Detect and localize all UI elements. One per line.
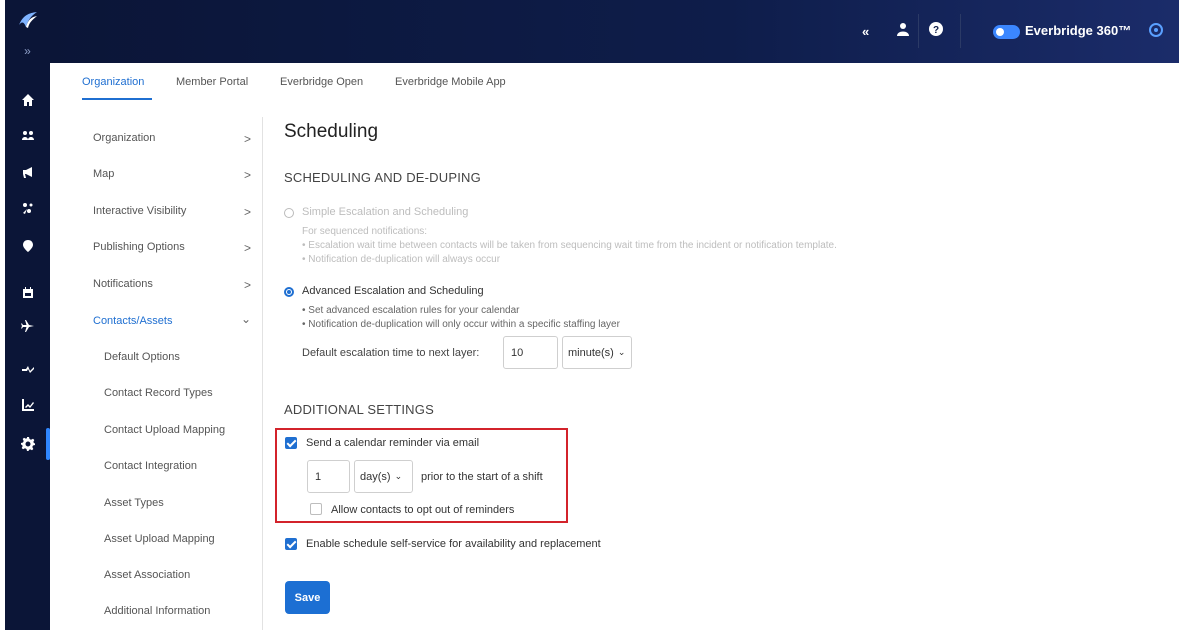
route-icon[interactable] — [5, 356, 50, 380]
chevron-down-icon: ⌄ — [394, 471, 403, 481]
reminder-unit-value: day(s) — [360, 470, 391, 483]
app-frame: » « ? Everbridge 360™ Organization Membe… — [0, 0, 1179, 630]
megaphone-icon[interactable] — [5, 160, 50, 184]
reminder-unit-select[interactable]: day(s) ⌄ — [354, 460, 413, 493]
user-icon[interactable] — [897, 22, 909, 39]
simple-escalation-desc: • Escalation wait time between contacts … — [302, 240, 837, 251]
chevron-right-icon: > — [243, 278, 251, 292]
simple-escalation-label: Simple Escalation and Scheduling — [302, 206, 469, 218]
sidebar-subitem-contact-record-types[interactable]: Contact Record Types — [104, 387, 213, 399]
chevron-right-icon: > — [243, 168, 251, 182]
page-title: Scheduling — [284, 121, 379, 142]
sidebar-item-label: Contacts/Assets — [93, 315, 173, 327]
sidebar-subitem-asset-types[interactable]: Asset Types — [104, 497, 164, 509]
tab-everbridge-open[interactable]: Everbridge Open — [280, 76, 363, 88]
chevron-right-icon: > — [243, 132, 251, 146]
sidebar-divider — [262, 117, 263, 630]
escalation-time-label: Default escalation time to next layer: — [302, 347, 480, 359]
sidebar-item-label: Map — [93, 168, 115, 180]
simple-escalation-desc: For sequenced notifications: — [302, 226, 428, 237]
sidebar-subitem-contact-upload-mapping[interactable]: Contact Upload Mapping — [104, 424, 225, 436]
sidebar-item-label: Publishing Options — [93, 241, 185, 253]
self-service-label: Enable schedule self-service for availab… — [306, 538, 601, 550]
map-pin-icon[interactable] — [5, 234, 50, 258]
sidebar-subitem-additional-information[interactable]: Additional Information — [104, 605, 210, 617]
sidebar-item-publishing-options[interactable]: Publishing Options > — [93, 241, 251, 255]
sidebar-item-organization[interactable]: Organization > — [93, 132, 251, 146]
brand-info-icon[interactable] — [1149, 23, 1163, 37]
escalation-time-input[interactable]: 10 — [503, 336, 558, 369]
sidebar-subitem-contact-integration[interactable]: Contact Integration — [104, 460, 197, 472]
home-icon[interactable] — [5, 88, 50, 112]
section-heading-scheduling: SCHEDULING AND DE-DUPING — [284, 170, 481, 185]
topbar-divider — [918, 14, 919, 48]
double-chevron-left-icon[interactable]: « — [862, 24, 869, 39]
opt-out-label: Allow contacts to opt out of reminders — [331, 504, 515, 516]
sidebar-item-interactive-visibility[interactable]: Interactive Visibility > — [93, 205, 251, 219]
chevron-right-icon: > — [243, 205, 251, 219]
escalation-unit-value: minute(s) — [568, 346, 614, 359]
tab-organization[interactable]: Organization — [82, 76, 144, 88]
self-service-checkbox[interactable] — [285, 538, 297, 550]
chevron-down-icon: ⌄ — [617, 347, 626, 357]
advanced-escalation-label: Advanced Escalation and Scheduling — [302, 285, 484, 297]
gear-icon[interactable] — [5, 428, 50, 460]
advanced-escalation-desc: • Set advanced escalation rules for your… — [302, 305, 520, 316]
section-heading-additional: ADDITIONAL SETTINGS — [284, 402, 434, 417]
sidebar-item-label: Interactive Visibility — [93, 205, 187, 217]
top-bar: « ? Everbridge 360™ — [50, 0, 1179, 63]
logo-bird-icon — [18, 12, 37, 28]
sidebar-item-notifications[interactable]: Notifications > — [93, 278, 251, 292]
group-icon[interactable] — [5, 123, 50, 147]
people-scatter-icon[interactable] — [5, 196, 50, 220]
reminder-suffix-label: prior to the start of a shift — [421, 471, 543, 483]
chart-icon[interactable] — [5, 393, 50, 417]
advanced-escalation-desc: • Notification de-duplication will only … — [302, 319, 620, 330]
plane-icon[interactable] — [5, 314, 50, 338]
advanced-escalation-radio[interactable] — [284, 287, 294, 297]
calendar-reminder-label: Send a calendar reminder via email — [306, 437, 480, 449]
sidebar-subitem-default-options[interactable]: Default Options — [104, 351, 180, 363]
expand-rail-button[interactable]: » — [5, 44, 50, 62]
everbridge-logo[interactable] — [5, 0, 50, 40]
simple-escalation-radio[interactable] — [284, 208, 294, 218]
calendar-icon[interactable] — [5, 281, 50, 305]
sidebar-item-label: Organization — [93, 132, 156, 144]
active-tab-indicator — [82, 98, 152, 100]
calendar-reminder-checkbox[interactable] — [285, 437, 297, 449]
sidebar-item-contacts-assets[interactable]: Contacts/Assets ⌄ — [93, 312, 251, 327]
help-circle-icon[interactable]: ? — [929, 22, 943, 39]
escalation-unit-select[interactable]: minute(s) ⌄ — [562, 336, 632, 369]
tab-everbridge-mobile-app[interactable]: Everbridge Mobile App — [395, 76, 506, 88]
brand-name: Everbridge 360™ — [1025, 23, 1132, 38]
sidebar-item-map[interactable]: Map > — [93, 168, 251, 182]
reminder-amount-input[interactable]: 1 — [307, 460, 350, 493]
tab-member-portal[interactable]: Member Portal — [176, 76, 248, 88]
sidebar-subitem-asset-association[interactable]: Asset Association — [104, 569, 190, 581]
chevron-down-icon: ⌄ — [240, 312, 251, 326]
chevron-right-icon: > — [243, 241, 251, 255]
left-rail: » — [5, 0, 50, 630]
topbar-divider — [960, 14, 961, 48]
sidebar-subitem-asset-upload-mapping[interactable]: Asset Upload Mapping — [104, 533, 215, 545]
svg-text:?: ? — [933, 25, 939, 36]
sidebar-item-label: Notifications — [93, 278, 153, 290]
opt-out-checkbox[interactable] — [310, 503, 322, 515]
simple-escalation-desc: • Notification de-duplication will alway… — [302, 254, 501, 265]
save-button[interactable]: Save — [285, 581, 330, 614]
everbridge-360-toggle[interactable] — [993, 25, 1020, 39]
